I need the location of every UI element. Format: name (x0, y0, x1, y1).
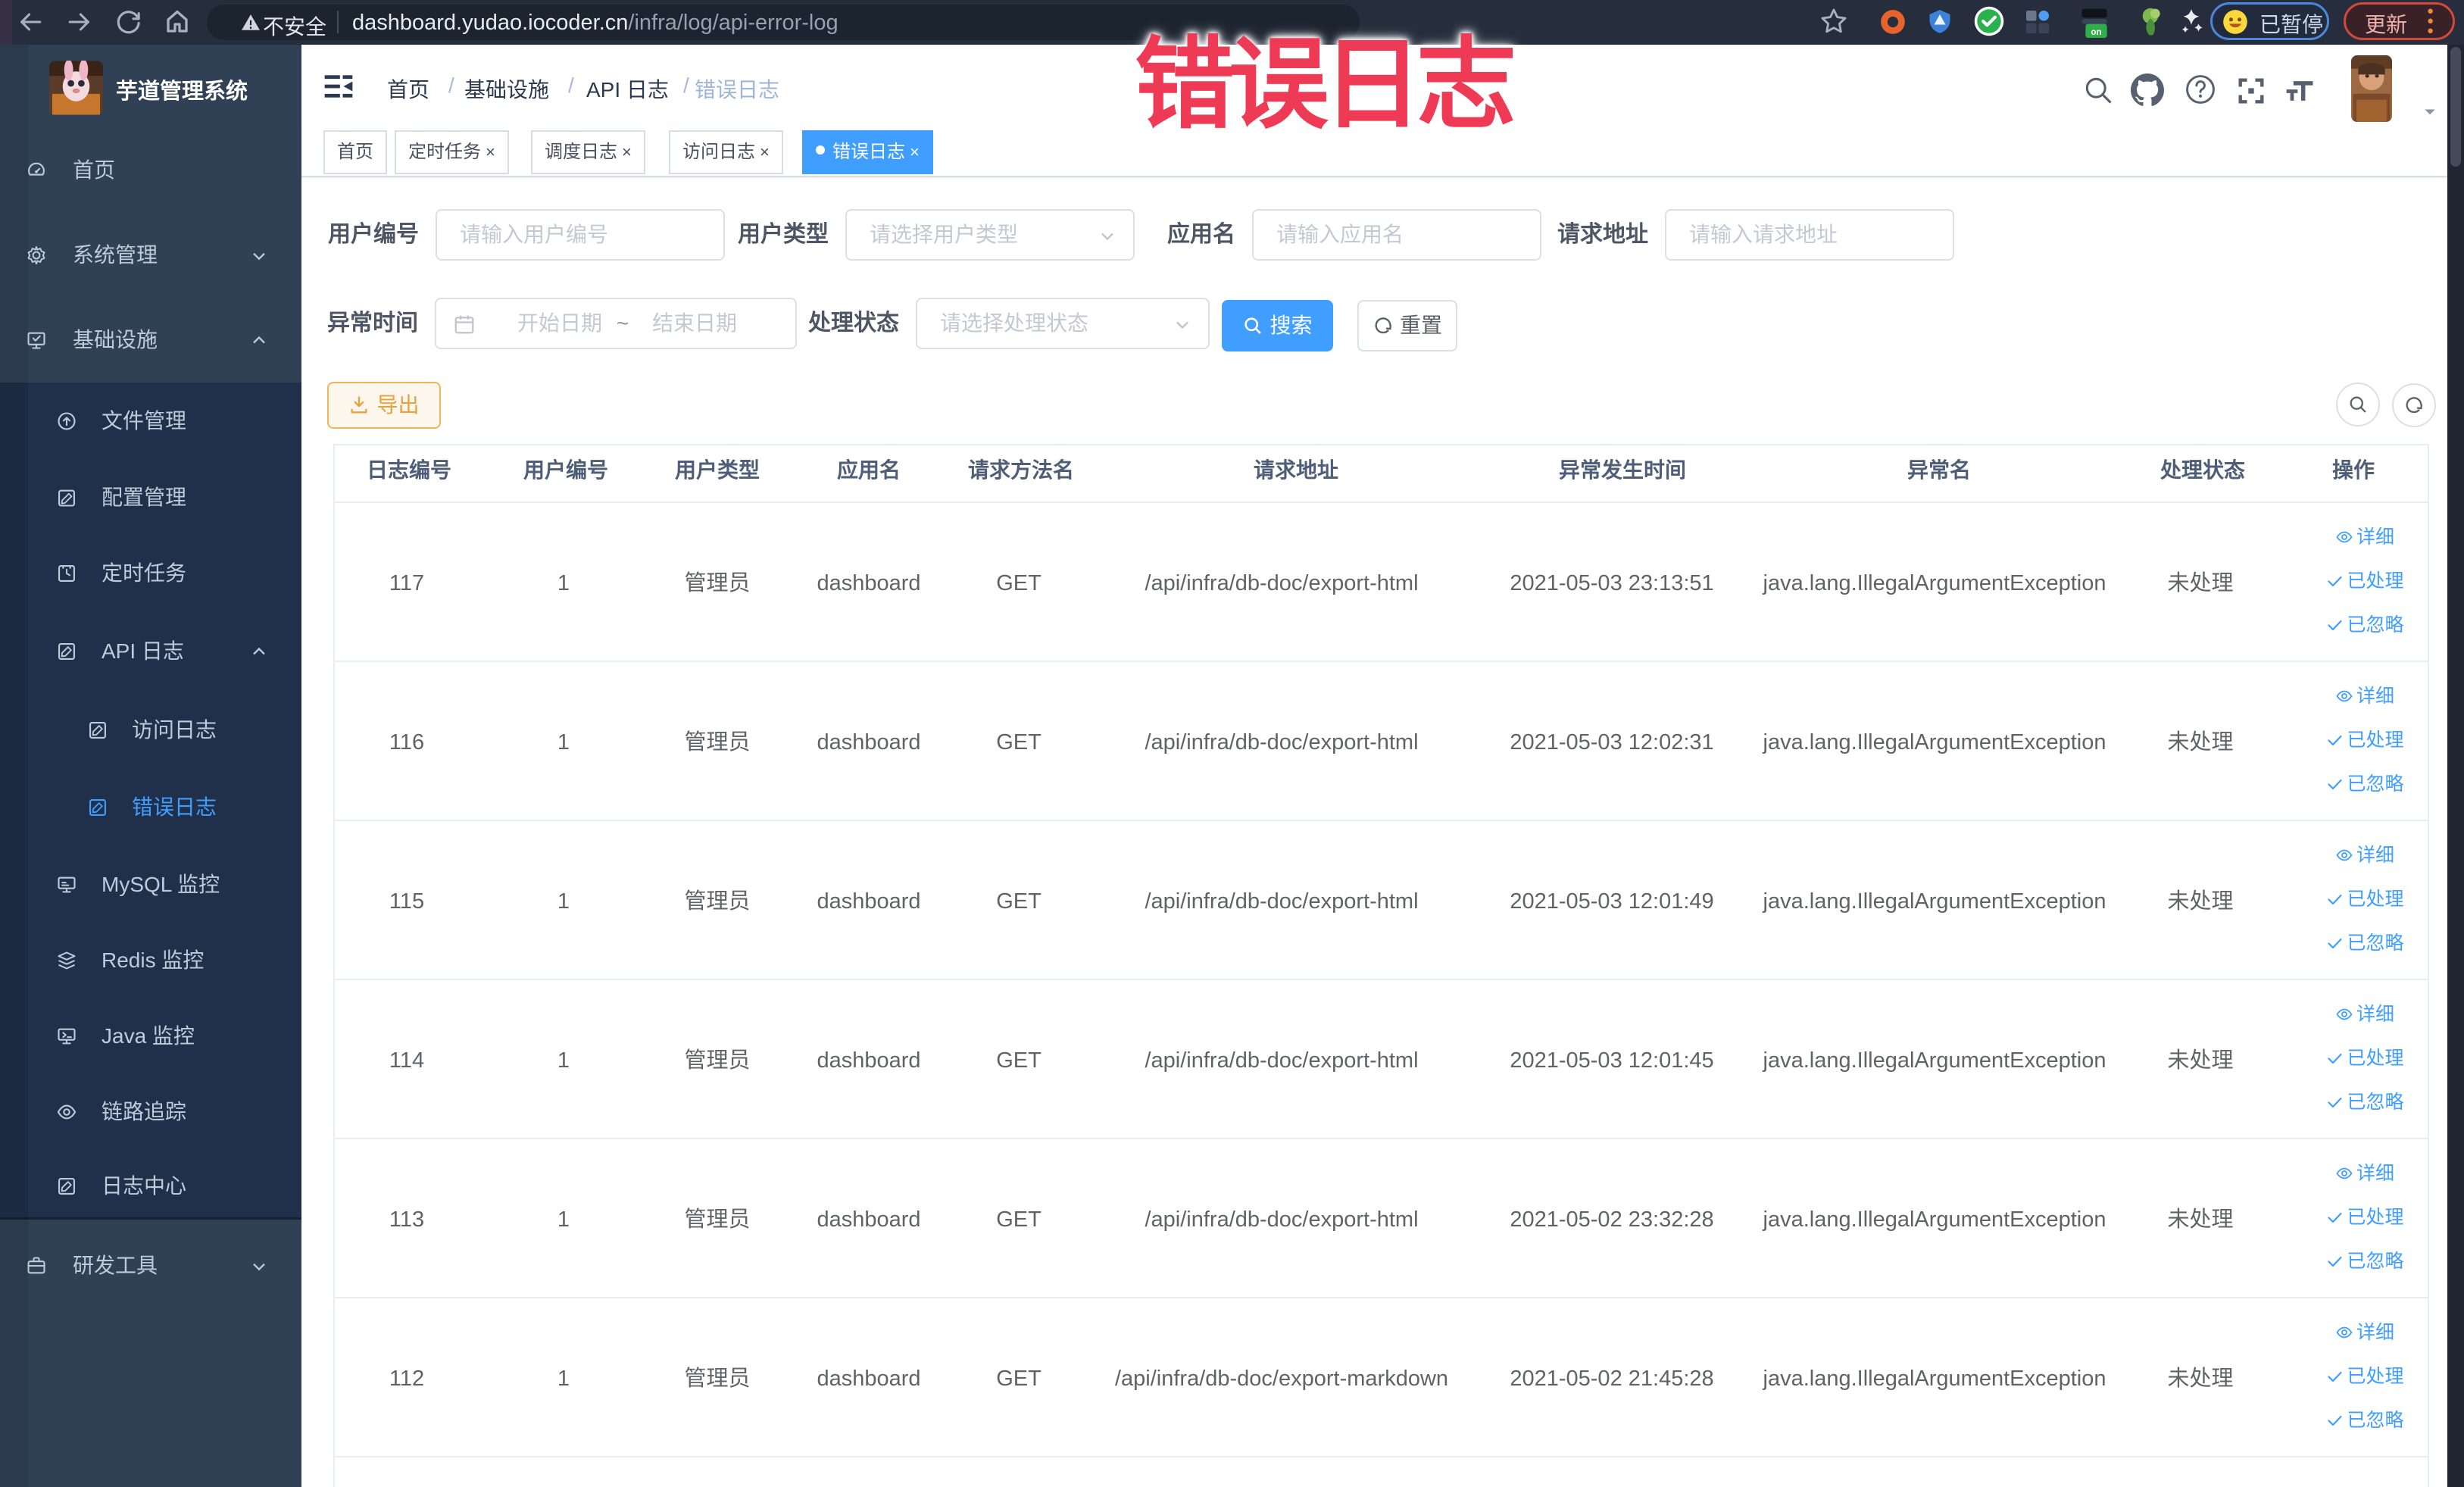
svg-text:on: on (2091, 27, 2101, 37)
